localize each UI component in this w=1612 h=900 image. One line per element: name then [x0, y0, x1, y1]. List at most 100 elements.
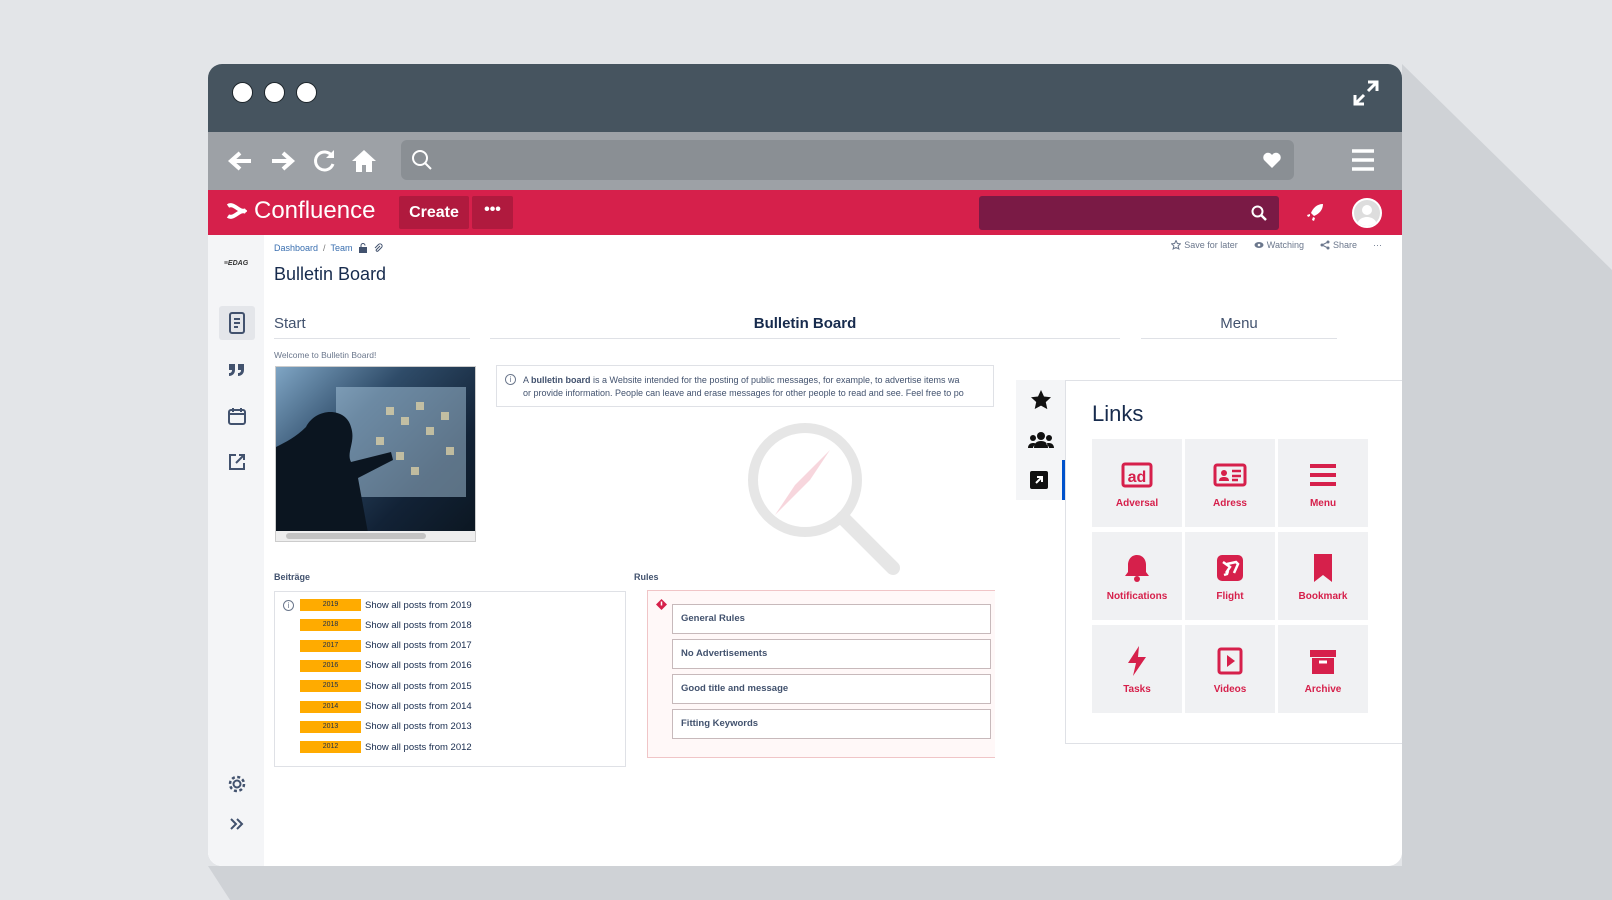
- rule-item[interactable]: General Rules: [672, 604, 991, 634]
- user-icon: [1357, 205, 1377, 226]
- link-tile-bookmark[interactable]: Bookmark: [1278, 532, 1368, 620]
- link-tile-label: Menu: [1309, 497, 1337, 509]
- rule-item[interactable]: No Advertisements: [672, 639, 991, 669]
- link-tile-label: Adversal: [1115, 497, 1159, 509]
- watching-button[interactable]: Watching: [1254, 240, 1304, 250]
- reload-icon[interactable]: [310, 147, 338, 175]
- link-tile-videos[interactable]: Videos: [1185, 625, 1275, 713]
- confluence-logo-text: Confluence: [254, 197, 376, 224]
- link-tile-flight[interactable]: Flight: [1185, 532, 1275, 620]
- confluence-logo[interactable]: Confluence: [226, 197, 375, 225]
- post-row: 2013 Show all posts from 2013: [300, 720, 472, 733]
- window-titlebar: [208, 64, 1402, 132]
- column-menu-heading: Menu: [1141, 315, 1337, 339]
- year-badge: 2018: [300, 619, 361, 632]
- post-row: 2014 Show all posts from 2014: [300, 700, 472, 713]
- post-link[interactable]: Show all posts from 2013: [365, 721, 472, 732]
- space-logo[interactable]: ≡EDAG: [218, 249, 254, 277]
- heart-icon[interactable]: [1262, 150, 1282, 170]
- year-badge: 2013: [300, 720, 361, 733]
- breadcrumb-team[interactable]: Team: [331, 243, 353, 253]
- link-tile-tasks[interactable]: Tasks: [1092, 625, 1182, 713]
- hamburger-menu-icon[interactable]: [1350, 147, 1376, 173]
- archive-icon: [1310, 649, 1336, 674]
- attachment-icon[interactable]: [373, 243, 383, 253]
- window-minimize-button[interactable]: [264, 82, 285, 103]
- confluence-logo-icon: [226, 203, 248, 219]
- create-button[interactable]: Create: [399, 196, 469, 229]
- link-tile-label: Bookmark: [1298, 590, 1348, 602]
- post-link[interactable]: Show all posts from 2016: [365, 660, 472, 671]
- info-prefix: A: [523, 375, 529, 385]
- post-row: 2018 Show all posts from 2018: [300, 619, 472, 632]
- beitraege-heading: Beiträge: [274, 572, 311, 582]
- link-tile-adress[interactable]: Adress: [1185, 439, 1275, 527]
- link-tile-menu[interactable]: Menu: [1278, 439, 1368, 527]
- breadcrumb-dashboard[interactable]: Dashboard: [274, 243, 318, 253]
- year-badge: 2015: [300, 680, 361, 693]
- expand-sidebar-icon[interactable]: [226, 813, 248, 835]
- post-link[interactable]: Show all posts from 2012: [365, 742, 472, 753]
- address-card-icon: [1213, 463, 1247, 486]
- lock-icon[interactable]: [358, 243, 368, 253]
- photo-scrollbar[interactable]: [276, 531, 475, 541]
- bulletin-photo: [275, 366, 476, 542]
- share-button[interactable]: Share: [1320, 240, 1357, 250]
- gear-icon[interactable]: [226, 773, 248, 795]
- post-link[interactable]: Show all posts from 2019: [365, 600, 472, 611]
- photo-image: [276, 387, 466, 533]
- sidebar-item-pages[interactable]: [219, 306, 255, 340]
- posts-panel: i 2019 Show all posts from 2019 2018 Show a…: [274, 591, 626, 767]
- forward-icon[interactable]: [269, 147, 297, 175]
- post-link[interactable]: Show all posts from 2015: [365, 681, 472, 692]
- bookmark-icon: [1314, 553, 1332, 582]
- info-line-2: or provide information. People can leave…: [523, 388, 964, 398]
- post-link[interactable]: Show all posts from 2017: [365, 640, 472, 651]
- watching-label: Watching: [1266, 240, 1304, 250]
- tab-team[interactable]: [1016, 420, 1065, 460]
- page-more-button[interactable]: ···: [1373, 240, 1382, 250]
- window-maximize-button[interactable]: [296, 82, 317, 103]
- address-bar[interactable]: [401, 140, 1294, 180]
- photo-scrollbar-thumb[interactable]: [286, 533, 426, 539]
- sidebar-item-blog[interactable]: [219, 353, 255, 387]
- ad-icon: ad: [1121, 462, 1153, 487]
- rule-item[interactable]: Fitting Keywords: [672, 709, 991, 739]
- post-link[interactable]: Show all posts from 2014: [365, 701, 472, 712]
- post-link[interactable]: Show all posts from 2018: [365, 620, 472, 631]
- page-actions: Save for later Watching Share ···: [1171, 240, 1382, 250]
- confluence-search-input[interactable]: [979, 196, 1279, 230]
- save-for-later-label: Save for later: [1184, 240, 1238, 250]
- year-badge: 2016: [300, 659, 361, 672]
- links-title: Links: [1092, 401, 1144, 426]
- back-icon[interactable]: [226, 147, 254, 175]
- sidebar-item-external[interactable]: [219, 445, 255, 479]
- page-content: ≡EDAG Dashboard / Team Bulletin Board Sa…: [208, 235, 1402, 866]
- year-badge: 2019: [300, 599, 361, 611]
- links-panel: Links ad Adversal Adress Menu Notifications F…: [1065, 380, 1402, 744]
- info-line-1-text: is a Website intended for the posting of…: [590, 375, 960, 385]
- share-icon: [1320, 240, 1330, 250]
- rocket-icon[interactable]: [1305, 202, 1325, 222]
- star-icon: [1030, 390, 1051, 410]
- home-icon[interactable]: [350, 147, 378, 175]
- search-icon: [1251, 205, 1267, 221]
- post-row: 2019 Show all posts from 2019: [300, 599, 472, 611]
- welcome-text: Welcome to Bulletin Board!: [274, 350, 377, 360]
- link-tile-notifications[interactable]: Notifications: [1092, 532, 1182, 620]
- column-bulletin-heading: Bulletin Board: [490, 315, 1120, 339]
- rule-item[interactable]: Good title and message: [672, 674, 991, 704]
- link-tile-adversal[interactable]: ad Adversal: [1092, 439, 1182, 527]
- expand-icon[interactable]: [1352, 79, 1380, 107]
- save-for-later-button[interactable]: Save for later: [1171, 240, 1238, 250]
- tab-external-links[interactable]: [1016, 460, 1065, 500]
- link-tile-archive[interactable]: Archive: [1278, 625, 1368, 713]
- window-close-button[interactable]: [232, 82, 253, 103]
- avatar[interactable]: [1352, 198, 1382, 228]
- search-icon: [412, 150, 432, 170]
- more-button[interactable]: •••: [472, 196, 513, 229]
- tab-favorites[interactable]: [1016, 380, 1065, 420]
- sidebar-item-calendar[interactable]: [219, 399, 255, 433]
- link-tile-label: Videos: [1213, 683, 1247, 695]
- external-link-square-icon: [1030, 471, 1048, 489]
